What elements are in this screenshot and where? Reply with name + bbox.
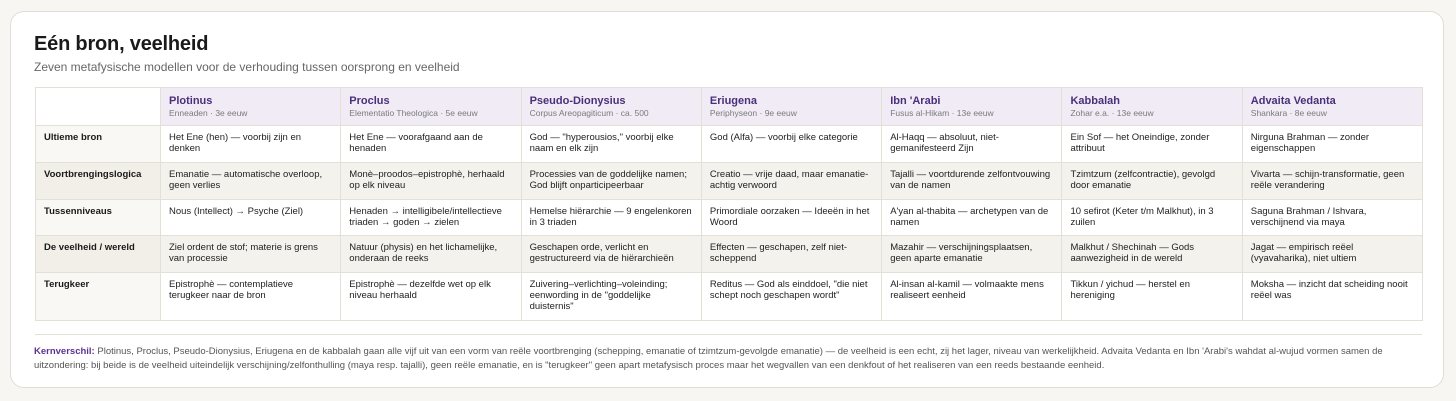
table-cell: Processies van de goddelijke namen; God … xyxy=(520,162,702,200)
row-header: Voortbrengingslogica xyxy=(35,162,161,200)
column-name: Ibn 'Arabi xyxy=(890,95,941,107)
table-cell: Al-insan al-kamil — volmaakte mens reali… xyxy=(881,272,1063,321)
table-row: De veelheid / wereld Ziel ordent de stof… xyxy=(35,235,1424,273)
column-source: Enneaden · 3e eeuw xyxy=(169,108,248,118)
row-header: Ultieme bron xyxy=(35,125,161,163)
table-cell: Tikkun / yichud — herstel en hereniging xyxy=(1061,272,1243,321)
column-name: Eriugena xyxy=(709,95,757,107)
table-cell: Epistrophè — dezelfde wet op elk niveau … xyxy=(340,272,522,321)
column-header-kabbalah: Kabbalah Zohar e.a. · 13e eeuw xyxy=(1061,87,1243,126)
column-name: Proclus xyxy=(349,95,390,107)
table-cell: Tzimtzum (zelfcontractie), gevolgd door … xyxy=(1061,162,1243,200)
row-header: De veelheid / wereld xyxy=(35,235,161,273)
table-cell: God (Alfa) — voorbij elke categorie xyxy=(700,125,883,163)
table-row: Voortbrengingslogica Emanatie — automati… xyxy=(35,162,1424,200)
table-cell: Zuivering–verlichting–voleinding; eenwor… xyxy=(520,272,702,321)
footnote-divider xyxy=(35,334,1422,335)
table-cell: Ein Sof — het Oneindige, zonder attribuu… xyxy=(1061,125,1243,163)
table-cell: Vivarta — schijn-transformatie, geen reë… xyxy=(1241,162,1424,200)
table-cell: Het Ene (hen) — voorbij zijn en denken xyxy=(159,125,342,163)
table-cell: Nous (Intellect) → Psyche (Ziel) xyxy=(159,199,342,236)
column-name: Kabbalah xyxy=(1070,95,1120,107)
column-source: Elementatio Theologica · 5e eeuw xyxy=(349,108,478,118)
footnote-lead: Kernverschil: xyxy=(34,346,95,357)
table-cell: 10 sefirot (Keter t/m Malkhut), in 3 zui… xyxy=(1061,199,1243,236)
table-cell: God — "hyperousios," voorbij elke naam e… xyxy=(520,125,702,163)
column-header-eriugena: Eriugena Periphyseon · 9e eeuw xyxy=(700,87,883,126)
column-name: Plotinus xyxy=(169,95,213,107)
table-cell: Effecten — geschapen, zelf niet-scheppen… xyxy=(700,235,883,273)
column-header-advaita-vedanta: Advaita Vedanta Shankara · 8e eeuw xyxy=(1241,87,1424,126)
table-cell: Creatio — vrije daad, maar emanatie-acht… xyxy=(700,162,883,200)
table-cell: Jagat — empirisch reëel (vyavaharika), n… xyxy=(1241,235,1424,273)
column-source: Periphyseon · 9e eeuw xyxy=(709,108,797,118)
column-source: Corpus Areopagiticum · ca. 500 xyxy=(529,108,649,118)
row-header: Tussenniveaus xyxy=(35,199,161,236)
footnote: Kernverschil: Plotinus, Proclus, Pseudo-… xyxy=(34,345,1424,373)
column-source: Zohar e.a. · 13e eeuw xyxy=(1070,108,1154,118)
table-cell: Monè–proodos–epistrophè, herhaald op elk… xyxy=(340,162,522,200)
column-header-ibn-arabi: Ibn 'Arabi Fusus al-Hikam · 13e eeuw xyxy=(881,87,1063,126)
table-row: Terugkeer Epistrophè — contemplatieve te… xyxy=(35,272,1424,321)
table-cell: A'yan al-thabita — archetypen van de nam… xyxy=(881,199,1063,236)
comparison-table: Plotinus Enneaden · 3e eeuw Proclus Elem… xyxy=(35,87,1424,321)
table-cell: Malkhut / Shechinah — Gods aanwezigheid … xyxy=(1061,235,1243,273)
table-cell: Geschapen orde, verlicht en gestructuree… xyxy=(520,235,702,273)
column-name: Pseudo-Dionysius xyxy=(529,95,626,107)
table-cell: Reditus — God als einddoel, "die niet sc… xyxy=(700,272,883,321)
table-cell: Saguna Brahman / Ishvara, verschijnend v… xyxy=(1241,199,1424,236)
table-cell: Moksha — inzicht dat scheiding nooit reë… xyxy=(1241,272,1424,321)
column-source: Fusus al-Hikam · 13e eeuw xyxy=(890,108,994,118)
table-cell: Tajalli — voortdurende zelfontvouwing va… xyxy=(881,162,1063,200)
table-cell: Het Ene — voorafgaand aan de henaden xyxy=(340,125,522,163)
table-cell: Al-Haqq — absoluut, niet-gemanifesteerd … xyxy=(881,125,1063,163)
page-title: Eén bron, veelheid xyxy=(34,33,209,55)
footnote-text: Plotinus, Proclus, Pseudo-Dionysius, Eri… xyxy=(34,346,1383,371)
table-cell: Mazahir — verschijningsplaatsen, geen ap… xyxy=(881,235,1063,273)
table-cell: Henaden → intelligibele/intellectieve tr… xyxy=(340,199,522,236)
column-name: Advaita Vedanta xyxy=(1250,95,1336,107)
table-corner-cell xyxy=(35,87,161,126)
column-header-proclus: Proclus Elementatio Theologica · 5e eeuw xyxy=(340,87,522,126)
table-cell: Emanatie — automatische overloop, geen v… xyxy=(159,162,342,200)
table-cell: Natuur (physis) en het lichamelijke, ond… xyxy=(340,235,522,273)
column-source: Shankara · 8e eeuw xyxy=(1250,108,1327,118)
column-header-plotinus: Plotinus Enneaden · 3e eeuw xyxy=(159,87,342,126)
table-cell: Primordiale oorzaken — Ideeën in het Woo… xyxy=(700,199,883,236)
content-card: Eén bron, veelheid Zeven metafysische mo… xyxy=(10,11,1444,388)
table-cell: Ziel ordent de stof; materie is grens va… xyxy=(159,235,342,273)
page-subtitle: Zeven metafysische modellen voor de verh… xyxy=(34,60,460,74)
table-row: Ultieme bron Het Ene (hen) — voorbij zij… xyxy=(35,125,1424,163)
table-cell: Epistrophè — contemplatieve terugkeer na… xyxy=(159,272,342,321)
table-row: Tussenniveaus Nous (Intellect) → Psyche … xyxy=(35,199,1424,236)
column-header-pseudo-dionysius: Pseudo-Dionysius Corpus Areopagiticum · … xyxy=(520,87,702,126)
row-header: Terugkeer xyxy=(35,272,161,321)
table-header-row: Plotinus Enneaden · 3e eeuw Proclus Elem… xyxy=(35,87,1424,126)
table-cell: Nirguna Brahman — zonder eigenschappen xyxy=(1241,125,1424,163)
table-cell: Hemelse hiërarchie — 9 engelenkoren in 3… xyxy=(520,199,702,236)
